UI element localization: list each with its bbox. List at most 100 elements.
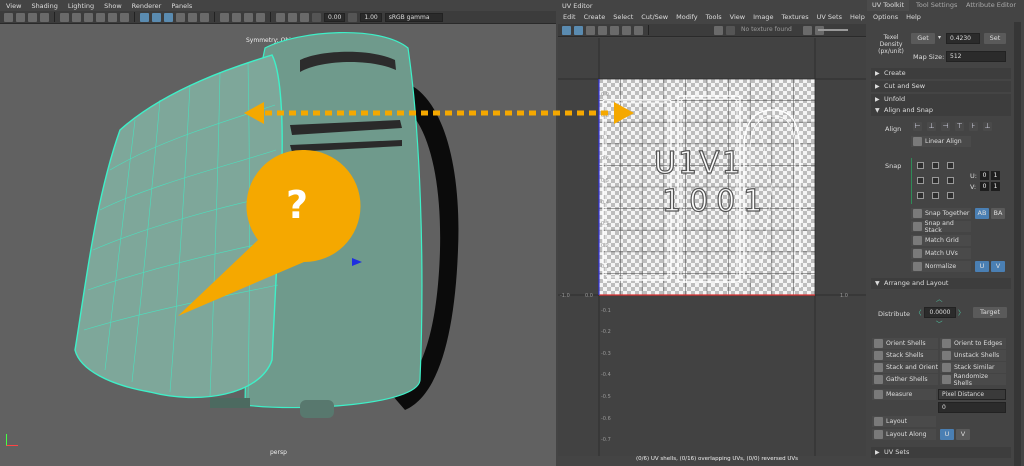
isolate-icon[interactable] <box>276 12 285 22</box>
wireframe-on-shaded-icon[interactable] <box>164 12 173 22</box>
tab-attribute-editor[interactable]: Attribute Editor <box>961 0 1021 11</box>
uv-shade-icon[interactable] <box>586 25 595 35</box>
exposure-icon[interactable] <box>312 12 321 22</box>
section-align-snap[interactable]: ▼ Align and Snap <box>871 105 1011 116</box>
backpack-model[interactable] <box>0 24 556 466</box>
film-gate-icon[interactable] <box>72 12 81 22</box>
layout-u-toggle[interactable]: U <box>940 429 954 440</box>
snap-checkbox-tl[interactable] <box>917 162 924 169</box>
perspective-viewport[interactable]: Symmetry: Object X persp <box>0 24 556 466</box>
stack-shells-button[interactable]: Stack Shells <box>872 350 938 361</box>
measure-button[interactable]: Measure <box>872 389 936 400</box>
menu-help[interactable]: Help <box>850 13 865 21</box>
chevron-left-icon[interactable]: 〈 <box>915 307 922 317</box>
align-center-u-icon[interactable]: ⊥ <box>927 122 936 131</box>
align-top-icon[interactable]: ⊤ <box>955 122 964 131</box>
section-uv-sets[interactable]: ▶ UV Sets <box>871 447 1011 458</box>
safe-action-icon[interactable] <box>120 12 129 22</box>
v-max-field[interactable]: 1 <box>991 182 1000 191</box>
ba-toggle[interactable]: BA <box>991 208 1005 219</box>
xray-joints-icon[interactable] <box>300 12 309 22</box>
menu-view[interactable]: View <box>6 2 21 10</box>
snap-checkbox-mc[interactable] <box>932 177 939 184</box>
texture-field[interactable]: No texture found <box>738 25 800 35</box>
menu-cut-sew[interactable]: Cut/Sew <box>641 13 668 21</box>
menu-renderer[interactable]: Renderer <box>132 2 162 10</box>
menu-create[interactable]: Create <box>584 13 606 21</box>
tab-uv-toolkit[interactable]: UV Toolkit <box>867 0 910 11</box>
randomize-shells-button[interactable]: Randomize Shells <box>940 373 1006 387</box>
smooth-shade-icon[interactable] <box>152 12 161 22</box>
lighting-icon[interactable] <box>188 12 197 22</box>
snap-checkbox-mr[interactable] <box>947 177 954 184</box>
texture-dropdown-icon[interactable] <box>726 25 735 35</box>
normalize-button[interactable]: Normalize <box>911 261 971 272</box>
orient-to-edges-button[interactable]: Orient to Edges <box>940 338 1006 349</box>
menu-textures[interactable]: Textures <box>781 13 808 21</box>
target-button[interactable]: Target <box>973 307 1007 318</box>
gate-mask-icon[interactable] <box>96 12 105 22</box>
snap-checkbox-tr[interactable] <box>947 162 954 169</box>
field-chart-icon[interactable] <box>108 12 117 22</box>
textured-icon[interactable] <box>176 12 185 22</box>
chevron-right-icon[interactable]: 〉 <box>958 307 965 317</box>
u-max-field[interactable]: 1 <box>991 171 1000 180</box>
shadows-icon[interactable] <box>200 12 209 22</box>
measure-dropdown[interactable]: Pixel Distance <box>938 389 1006 400</box>
ambient-occlusion-icon[interactable] <box>220 12 229 22</box>
menu-tools[interactable]: Tools <box>706 13 722 21</box>
snap-checkbox-br[interactable] <box>947 192 954 199</box>
channel-icon[interactable] <box>803 25 812 35</box>
distribute-field[interactable]: 0.0000 <box>924 307 956 318</box>
set-button[interactable]: Set <box>984 33 1006 44</box>
menu-edit[interactable]: Edit <box>563 13 576 21</box>
gather-shells-button[interactable]: Gather Shells <box>872 374 938 385</box>
menu-image[interactable]: Image <box>753 13 773 21</box>
menu-panels[interactable]: Panels <box>171 2 192 10</box>
menu-lighting[interactable]: Lighting <box>68 2 94 10</box>
layout-along-button[interactable]: Layout Along <box>872 429 936 440</box>
menu-show[interactable]: Show <box>104 2 122 10</box>
exposure-slider[interactable] <box>818 29 848 31</box>
menu-options[interactable]: Options <box>873 13 898 21</box>
color-space-dropdown[interactable]: sRGB gamma <box>384 12 443 22</box>
camera-icon[interactable] <box>4 12 13 22</box>
measure-result-field[interactable]: 0 <box>938 402 1006 413</box>
normalize-v-toggle[interactable]: V <box>991 261 1005 272</box>
get-button[interactable]: Get <box>911 33 935 44</box>
v-min-field[interactable]: 0 <box>980 182 989 191</box>
snap-checkbox-tc[interactable] <box>932 162 939 169</box>
gamma-icon[interactable] <box>348 12 358 22</box>
match-uvs-button[interactable]: Match UVs <box>911 248 971 259</box>
resolution-gate-icon[interactable] <box>84 12 93 22</box>
u-min-field[interactable]: 0 <box>980 171 989 180</box>
motion-blur-icon[interactable] <box>232 12 241 22</box>
gamma-field[interactable]: 1.00 <box>360 12 382 22</box>
uv-distortion-icon[interactable] <box>598 25 607 35</box>
camera-attr-icon[interactable] <box>16 12 25 22</box>
image-plane-icon[interactable] <box>40 12 49 22</box>
menu-uv-sets[interactable]: UV Sets <box>817 13 842 21</box>
ab-toggle[interactable]: AB <box>975 208 989 219</box>
menu-view[interactable]: View <box>730 13 745 21</box>
bookmark-icon[interactable] <box>28 12 37 22</box>
uv-filter-icon[interactable] <box>634 25 643 35</box>
match-grid-button[interactable]: Match Grid <box>911 235 971 246</box>
uv-borders-icon[interactable] <box>610 25 619 35</box>
menu-modify[interactable]: Modify <box>676 13 698 21</box>
layout-button[interactable]: Layout <box>872 416 936 427</box>
menu-shading[interactable]: Shading <box>31 2 57 10</box>
xray-icon[interactable] <box>288 12 297 22</box>
section-create[interactable]: ▶ Create <box>871 68 1011 79</box>
snap-checkbox-bl[interactable] <box>917 192 924 199</box>
snap-checkbox-ml[interactable] <box>917 177 924 184</box>
uv-checker-icon[interactable] <box>574 25 583 35</box>
uv-canvas[interactable]: U1V1 1001 0.9 0.8 0.7 0.6 0.5 0.4 0.3 0.2 0.1 -0.… <box>558 38 866 456</box>
align-left-icon[interactable]: ⊢ <box>913 122 922 131</box>
stack-similar-button[interactable]: Stack Similar <box>940 362 1006 373</box>
grid-icon[interactable] <box>60 12 69 22</box>
unstack-shells-button[interactable]: Unstack Shells <box>940 350 1006 361</box>
section-unfold[interactable]: ▶ Unfold <box>871 94 1011 105</box>
orient-shells-button[interactable]: Orient Shells <box>872 338 938 349</box>
stack-and-orient-button[interactable]: Stack and Orient <box>872 362 938 373</box>
